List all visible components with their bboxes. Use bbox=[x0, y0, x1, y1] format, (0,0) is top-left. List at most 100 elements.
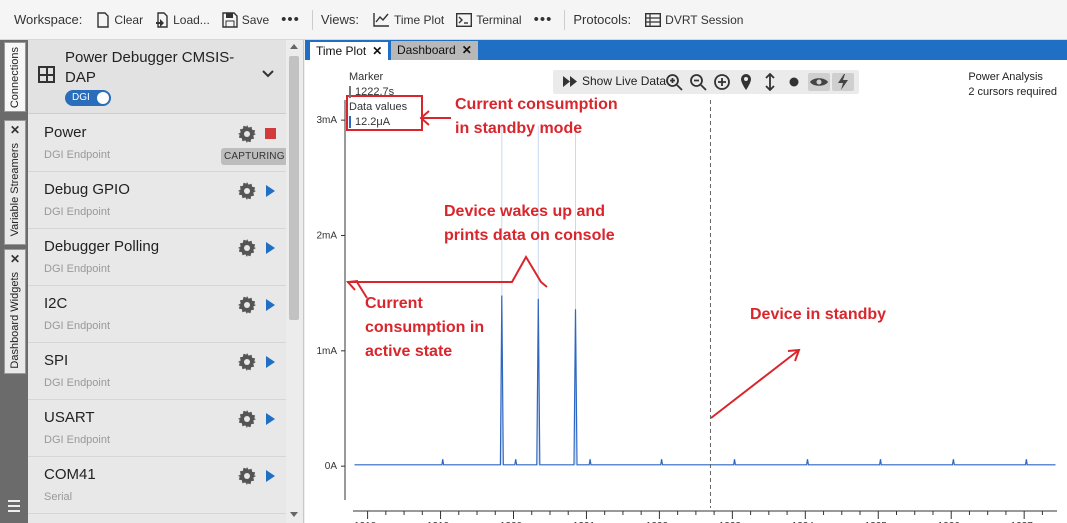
workspace-more-button[interactable]: ••• bbox=[281, 11, 300, 28]
scroll-thumb[interactable] bbox=[289, 56, 299, 320]
close-icon[interactable]: ✕ bbox=[372, 44, 382, 58]
legend-marker-swatch bbox=[349, 86, 351, 99]
device-board-icon bbox=[38, 66, 55, 83]
legend-data-value: 12.2μA bbox=[355, 116, 391, 128]
annotation-active-current-line1: Current bbox=[365, 295, 423, 312]
gear-icon[interactable] bbox=[238, 467, 256, 485]
load-label: Load... bbox=[173, 12, 210, 27]
scroll-up-arrow-icon[interactable] bbox=[290, 44, 298, 49]
play-icon[interactable] bbox=[266, 185, 275, 197]
endpoint-type: DGI Endpoint bbox=[44, 320, 111, 332]
main-toolbar: Workspace: Clear Load... Save ••• Views:… bbox=[0, 0, 1067, 40]
tab-connections[interactable]: Connections bbox=[4, 42, 26, 112]
close-icon[interactable]: ✕ bbox=[10, 123, 20, 137]
hamburger-menu-icon[interactable] bbox=[8, 500, 20, 515]
play-icon[interactable] bbox=[266, 413, 275, 425]
gear-icon[interactable] bbox=[238, 182, 256, 200]
fast-forward-icon bbox=[563, 75, 577, 87]
time-plot-area[interactable]: 0A1mA2mA3mA1218s1219s1220s1221s1222s1223… bbox=[305, 60, 1067, 523]
vertical-resize-icon[interactable] bbox=[761, 73, 779, 91]
load-button[interactable]: Load... bbox=[155, 11, 210, 28]
gear-icon[interactable] bbox=[238, 410, 256, 428]
add-cursor-icon[interactable] bbox=[713, 73, 731, 91]
device-name: Power Debugger CMSIS-DAP bbox=[65, 49, 235, 86]
plot-toolbar: Show Live Data bbox=[553, 70, 859, 94]
endpoint-name: USART bbox=[44, 409, 95, 426]
load-icon bbox=[156, 11, 168, 28]
endpoint-row[interactable]: Debugger Polling DGI Endpoint bbox=[28, 229, 286, 286]
stop-icon[interactable] bbox=[265, 128, 276, 139]
time-plot-label: Time Plot bbox=[393, 12, 445, 27]
connections-panel: Power Debugger CMSIS-DAP DGI Power DGI En… bbox=[28, 40, 304, 523]
endpoint-row[interactable]: COM41 Serial bbox=[28, 457, 286, 514]
play-icon[interactable] bbox=[266, 470, 275, 482]
clear-button[interactable]: Clear bbox=[96, 11, 144, 28]
save-button[interactable]: Save bbox=[222, 11, 270, 28]
dgi-toggle[interactable]: DGI bbox=[65, 90, 111, 106]
close-icon[interactable]: ✕ bbox=[10, 252, 20, 266]
device-header[interactable]: Power Debugger CMSIS-DAP DGI bbox=[28, 40, 286, 114]
tab-time-plot-label: Time Plot bbox=[316, 44, 367, 58]
endpoint-type: DGI Endpoint bbox=[44, 434, 111, 446]
y-tick-label: 2mA bbox=[316, 230, 337, 241]
endpoint-name: Debug GPIO bbox=[44, 181, 130, 198]
play-icon[interactable] bbox=[266, 242, 275, 254]
tab-dashboard-widgets[interactable]: ✕ Dashboard Widgets bbox=[4, 249, 26, 374]
time-plot-button[interactable]: Time Plot bbox=[373, 12, 444, 27]
active-bracket-line bbox=[347, 255, 548, 288]
y-tick-label: 3mA bbox=[316, 115, 337, 126]
zoom-in-icon[interactable] bbox=[665, 73, 683, 91]
marker-pin-icon[interactable] bbox=[737, 73, 755, 91]
toggle-knob bbox=[97, 92, 109, 104]
tab-time-plot[interactable]: Time Plot ✕ bbox=[309, 41, 390, 60]
tab-variable-streamers-label: Variable Streamers bbox=[9, 143, 21, 237]
capturing-badge: CAPTURING bbox=[221, 148, 288, 165]
workspace-label: Workspace: bbox=[14, 12, 83, 27]
dgi-toggle-label: DGI bbox=[72, 92, 90, 103]
endpoint-row[interactable]: USART DGI Endpoint bbox=[28, 400, 286, 457]
legend-marker-value: 1222.7s bbox=[355, 86, 395, 98]
tab-variable-streamers[interactable]: ✕ Variable Streamers bbox=[4, 120, 26, 245]
gear-icon[interactable] bbox=[238, 125, 256, 143]
save-label: Save bbox=[241, 12, 270, 27]
tab-dashboard[interactable]: Dashboard ✕ bbox=[391, 41, 478, 60]
eye-icon[interactable] bbox=[808, 73, 830, 91]
annotation-wakeup-line1: Device wakes up and bbox=[444, 203, 605, 220]
record-dot-icon[interactable] bbox=[785, 73, 803, 91]
play-icon[interactable] bbox=[266, 356, 275, 368]
endpoint-row[interactable]: Debug GPIO DGI Endpoint bbox=[28, 172, 286, 229]
gear-icon[interactable] bbox=[238, 353, 256, 371]
legend-data-swatch bbox=[349, 116, 351, 129]
table-icon bbox=[645, 12, 662, 27]
close-icon[interactable]: ✕ bbox=[462, 43, 472, 57]
show-live-data-button[interactable]: Show Live Data bbox=[563, 74, 666, 88]
gear-icon[interactable] bbox=[238, 239, 256, 257]
panel-scrollbar[interactable] bbox=[286, 40, 303, 523]
annotation-standby-current: Current consumption in standby mode bbox=[455, 93, 618, 141]
endpoint-row[interactable]: Power DGI Endpoint CAPTURING bbox=[28, 115, 288, 172]
clear-label: Clear bbox=[114, 12, 144, 27]
tab-dashboard-widgets-label: Dashboard Widgets bbox=[9, 272, 21, 369]
endpoint-row[interactable]: SPI DGI Endpoint bbox=[28, 343, 286, 400]
annotation-active-current-line3: active state bbox=[365, 343, 453, 360]
annotation-standby: Device in standby bbox=[750, 306, 887, 323]
views-more-button[interactable]: ••• bbox=[534, 11, 553, 28]
scroll-down-arrow-icon[interactable] bbox=[290, 512, 298, 517]
annotation-wakeup: Device wakes up and prints data on conso… bbox=[444, 200, 615, 248]
terminal-button[interactable]: Terminal bbox=[456, 12, 522, 27]
plot-legend: Marker 1222.7s Data values 12.2μA bbox=[349, 70, 407, 130]
gear-icon[interactable] bbox=[238, 296, 256, 314]
endpoint-type: DGI Endpoint bbox=[44, 149, 111, 161]
dvrt-session-button[interactable]: DVRT Session bbox=[645, 12, 743, 27]
chevron-down-icon[interactable] bbox=[262, 70, 274, 78]
endpoint-row[interactable]: I2C DGI Endpoint bbox=[28, 286, 286, 343]
lightning-icon[interactable] bbox=[832, 73, 854, 91]
zoom-out-icon[interactable] bbox=[689, 73, 707, 91]
play-icon[interactable] bbox=[266, 299, 275, 311]
terminal-icon bbox=[456, 12, 473, 27]
view-tab-strip: Time Plot ✕ Dashboard ✕ bbox=[305, 40, 1067, 60]
views-label: Views: bbox=[320, 12, 359, 27]
endpoint-type: Serial bbox=[44, 491, 73, 503]
y-tick-label: 1mA bbox=[316, 346, 337, 357]
toolbar-divider bbox=[564, 9, 566, 30]
